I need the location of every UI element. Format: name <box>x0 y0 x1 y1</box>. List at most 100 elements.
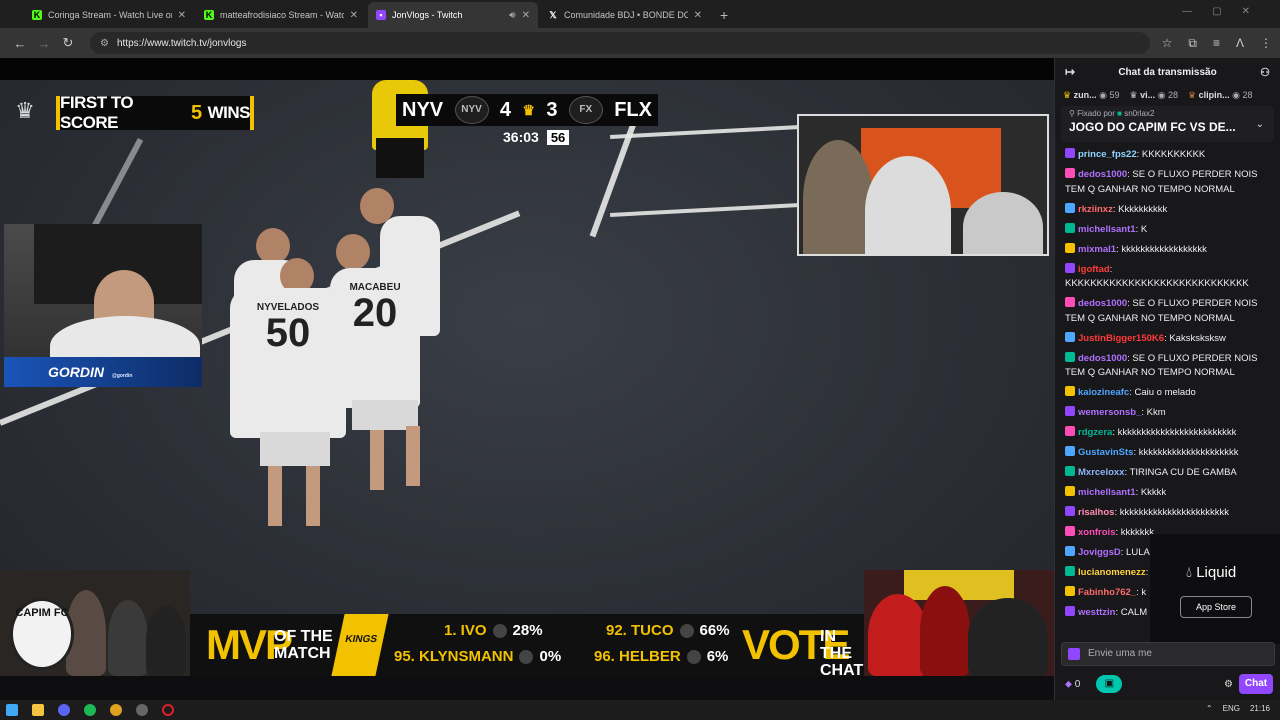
chat-text: Kkkkkkkkkk <box>1118 203 1168 215</box>
chat-text: k <box>1141 587 1147 598</box>
chat-badge-icon[interactable] <box>1065 606 1075 616</box>
chat-username[interactable]: xonfrois <box>1078 527 1115 538</box>
chat-username[interactable]: mixmal1 <box>1078 244 1116 255</box>
chat-badge-icon[interactable] <box>1065 331 1075 342</box>
window-controls[interactable]: —▢✕ <box>1182 6 1270 17</box>
chat-username[interactable]: wemersonsb_ <box>1078 407 1141 418</box>
chat-username[interactable]: risalhos <box>1078 507 1114 518</box>
chat-message: kaiozineafc: Caiu o melado <box>1065 386 1272 401</box>
chat-badge-icon[interactable] <box>1065 262 1075 273</box>
chat-username[interactable]: JustinBigger150K6 <box>1078 333 1164 344</box>
forward-icon[interactable]: → <box>32 36 56 51</box>
spotify-icon[interactable] <box>84 704 96 716</box>
chat-username[interactable]: GustavinSts <box>1078 447 1133 458</box>
chat-message: JustinBigger150K6: Kaksksksksw <box>1065 331 1272 347</box>
chat-badge-icon[interactable] <box>1065 486 1075 496</box>
tab-comunidade[interactable]: 𝕏 Comunidade BDJ • BONDE DO ✕ <box>540 2 710 28</box>
extensions-icon[interactable]: ⧉ <box>1188 36 1197 51</box>
chat-badge-icon[interactable] <box>1065 586 1075 596</box>
liquid-ad[interactable]: 💧︎ Liquid App Store <box>1150 534 1280 644</box>
chat-leaderboard[interactable]: ♛ zun... ◉ 59 ♛ vi... ◉ 28 ♛ clipin... ◉… <box>1055 86 1280 104</box>
chat-username[interactable]: lucianomenezz <box>1078 567 1146 578</box>
chat-badge-icon[interactable] <box>1065 446 1075 456</box>
emote-icon[interactable] <box>1068 648 1080 660</box>
clock[interactable]: 21:16 <box>1250 704 1270 713</box>
chat-input[interactable]: Envie uma me <box>1061 642 1275 666</box>
player-nyvelados: NYVELADOS 50 <box>230 288 346 438</box>
chat-badge-icon[interactable] <box>1065 386 1075 396</box>
channel-points[interactable]: ⬥ 0 <box>1065 679 1080 690</box>
reload-icon[interactable]: ↻ <box>56 35 80 51</box>
chevron-up-icon[interactable]: ⌃ <box>1206 704 1213 713</box>
file-explorer-icon[interactable] <box>32 704 44 716</box>
speaker-icon[interactable]: 🔊︎ <box>509 10 515 21</box>
chat-username[interactable]: rdgzera <box>1078 427 1112 438</box>
url-field[interactable]: ⚙︎ https://www.twitch.tv/jonvlogs <box>90 32 1150 54</box>
players-group: MACABEU 20 NYVELADOS 50 <box>220 188 480 608</box>
chevron-down-icon[interactable]: ⌄ <box>1256 119 1264 130</box>
chat-username[interactable]: igoftad <box>1078 264 1110 275</box>
chat-send-button[interactable]: Chat <box>1239 674 1273 694</box>
lang-indicator[interactable]: ENG <box>1223 704 1240 713</box>
chat-username[interactable]: dedos1000 <box>1078 353 1127 364</box>
chat-username[interactable]: Mxrceloxx <box>1078 467 1124 478</box>
chat-message: dedos1000: SE O FLUXO PERDER NOIS TEM Q … <box>1065 297 1258 324</box>
tab-jonvlogs[interactable]: ▪ JonVlogs - Twitch 🔊︎ ✕ <box>368 2 538 28</box>
profile-icon[interactable]: Λ <box>1236 36 1244 51</box>
steam-icon[interactable] <box>136 704 148 716</box>
back-icon[interactable]: ← <box>8 36 32 51</box>
chat-badge-icon[interactable] <box>1065 242 1075 253</box>
windows-start-icon[interactable] <box>6 704 18 716</box>
chat-username[interactable]: michellsant1 <box>1078 224 1136 235</box>
gear-icon[interactable]: ⚙︎ <box>1224 679 1233 690</box>
chat-username[interactable]: JoviggsD <box>1078 547 1121 558</box>
site-info-icon[interactable]: ⚙︎ <box>100 38 109 49</box>
chat-badge-icon[interactable] <box>1065 546 1075 556</box>
chrome-icon[interactable] <box>110 704 122 716</box>
tab-title: Coringa Stream - Watch Live on <box>48 10 172 20</box>
collapse-chat-icon[interactable]: ↦ <box>1065 65 1075 79</box>
chat-badge-icon[interactable] <box>1065 202 1075 213</box>
chat-badge-icon[interactable] <box>1065 426 1075 436</box>
chat-badge-icon[interactable] <box>1065 466 1075 476</box>
chat-message: prince_fps22: KKKKKKKKKK <box>1065 148 1272 163</box>
gift-icon[interactable]: ▣ <box>1096 675 1123 693</box>
team-home: NYV <box>402 98 444 121</box>
tab-matteafrodisiaco[interactable]: K matteafrodisiaco Stream - Watc ✕ <box>196 2 366 28</box>
twitch-icon: ▪ <box>376 10 386 20</box>
team-away: FLX <box>614 98 652 121</box>
bookmark-star-icon[interactable]: ☆ <box>1162 36 1173 51</box>
chat-username[interactable]: Fabinho762_ <box>1078 587 1136 598</box>
kings-league-icon: ♛ <box>15 98 35 123</box>
close-icon[interactable]: ✕ <box>522 10 530 21</box>
chat-badge-icon[interactable] <box>1065 297 1075 307</box>
chat-username[interactable]: dedos1000 <box>1078 169 1127 180</box>
discord-icon[interactable] <box>58 704 70 716</box>
opera-icon[interactable] <box>162 704 174 716</box>
kick-icon: K <box>32 10 42 20</box>
chat-badge-icon[interactable] <box>1065 406 1075 416</box>
chat-username[interactable]: rkziinxz <box>1078 204 1113 215</box>
close-icon[interactable]: ✕ <box>350 10 358 21</box>
chat-username[interactable]: prince_fps22 <box>1078 149 1137 160</box>
close-icon[interactable]: ✕ <box>178 10 186 21</box>
chat-badge-icon[interactable] <box>1065 526 1075 536</box>
tab-coringa[interactable]: K Coringa Stream - Watch Live on ✕ <box>24 2 194 28</box>
video-player[interactable]: MACABEU 20 NYVELADOS 50 ♛ FIRST TO SCORE… <box>0 58 1054 676</box>
reading-list-icon[interactable]: ≡ <box>1213 36 1220 51</box>
users-icon[interactable]: ⚇ <box>1260 66 1270 79</box>
pinned-message[interactable]: ⚲ Fixado por ■ sn0rlax2 JOGO DO CAPIM FC… <box>1061 106 1274 142</box>
chat-username[interactable]: michellsant1 <box>1078 487 1136 498</box>
chat-badge-icon[interactable] <box>1065 506 1075 516</box>
close-icon[interactable]: ✕ <box>694 10 702 21</box>
chat-badge-icon[interactable] <box>1065 566 1075 576</box>
chat-badge-icon[interactable] <box>1065 222 1075 233</box>
new-tab-button[interactable]: + <box>712 2 736 28</box>
chat-badge-icon[interactable] <box>1065 148 1075 158</box>
chat-badge-icon[interactable] <box>1065 168 1075 178</box>
chat-badge-icon[interactable] <box>1065 351 1075 362</box>
chat-username[interactable]: westtzin <box>1078 607 1115 618</box>
chat-username[interactable]: dedos1000 <box>1078 298 1127 309</box>
menu-icon[interactable]: ⋮ <box>1260 36 1272 51</box>
chat-username[interactable]: kaiozineafc <box>1078 387 1129 398</box>
